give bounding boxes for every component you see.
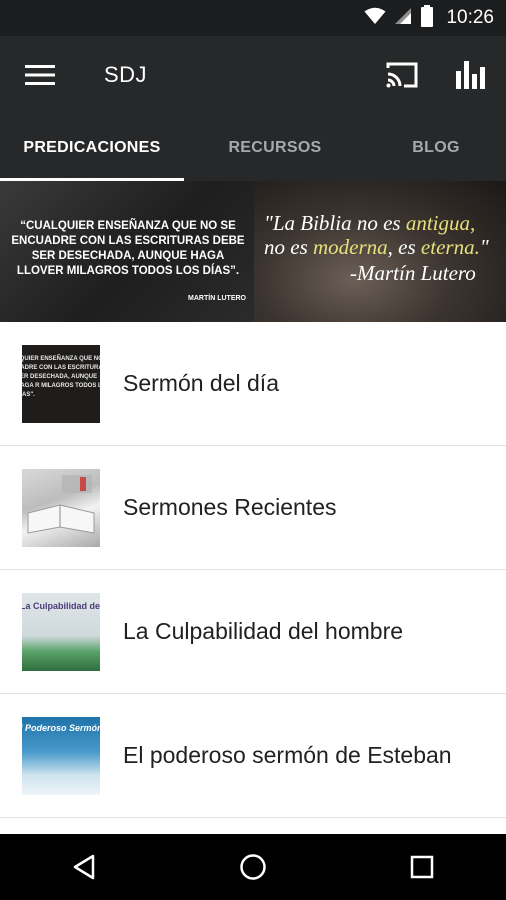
banner-quote-line-2: no es moderna, es eterna." xyxy=(264,235,489,259)
recents-button[interactable] xyxy=(392,837,452,897)
menu-button[interactable] xyxy=(20,55,60,95)
recents-icon xyxy=(410,855,433,879)
tab-label: PREDICACIONES xyxy=(23,138,161,156)
thumbnail-text: La Culpabilidad del Hombre xyxy=(22,600,100,611)
battery-icon xyxy=(420,4,434,32)
thumbnail-image: l Poderoso Sermón de Esteba xyxy=(22,716,100,795)
tab-predicaciones[interactable]: PREDICACIONES xyxy=(0,114,184,181)
tab-label: BLOG xyxy=(412,138,460,156)
list-item-label: La Culpabilidad del hombre xyxy=(123,618,404,644)
banner-quote-left: “CUALQUIER ENSEÑANZA QUE NO SE ENCUADRE … xyxy=(11,220,245,277)
banner-image-left: “CUALQUIER ENSEÑANZA QUE NO SE ENCUADRE … xyxy=(0,181,254,322)
status-bar: 10:26 xyxy=(0,0,506,36)
stats-button[interactable] xyxy=(450,53,494,97)
tab-recursos[interactable]: RECURSOS xyxy=(184,114,366,181)
thumbnail-text: l Poderoso Sermón de Esteba xyxy=(22,722,100,733)
sermon-list: LQUIER ENSEÑANZA QUE NO SE UADRE CON LAS… xyxy=(0,322,506,818)
thumbnail-text: LQUIER ENSEÑANZA QUE NO SE UADRE CON LAS… xyxy=(22,355,100,398)
list-item-label: Sermón del día xyxy=(123,370,279,396)
banner-author-left: MARTÍN LUTERO xyxy=(188,295,246,302)
tab-blog[interactable]: BLOG xyxy=(366,114,506,181)
wifi-icon xyxy=(364,7,386,30)
thumbnail-image: La Culpabilidad del Hombre xyxy=(22,592,100,671)
system-nav-bar xyxy=(0,834,506,900)
app-bar: SDJ xyxy=(0,36,506,114)
banner-image-right: "La Biblia no es antigua, no es moderna,… xyxy=(254,181,506,322)
home-icon xyxy=(240,854,266,880)
list-item-sermones-recientes[interactable]: Sermones Recientes xyxy=(0,446,506,570)
list-item-culpabilidad[interactable]: La Culpabilidad del Hombre La Culpabilid… xyxy=(0,570,506,694)
quote-banner[interactable]: “CUALQUIER ENSEÑANZA QUE NO SE ENCUADRE … xyxy=(0,181,506,322)
tab-bar: PREDICACIONES RECURSOS BLOG xyxy=(0,114,506,181)
cast-icon xyxy=(386,62,418,88)
list-item-sermon-del-dia[interactable]: LQUIER ENSEÑANZA QUE NO SE UADRE CON LAS… xyxy=(0,322,506,446)
cast-button[interactable] xyxy=(380,53,424,97)
tab-label: RECURSOS xyxy=(228,138,322,156)
thumbnail-image xyxy=(22,468,100,547)
home-button[interactable] xyxy=(223,837,283,897)
back-button[interactable] xyxy=(54,837,114,897)
app-title: SDJ xyxy=(104,62,148,87)
list-item-label: El poderoso sermón de Esteban xyxy=(123,742,452,768)
list-item-label: Sermones Recientes xyxy=(123,494,337,520)
bar-chart-icon xyxy=(456,61,485,89)
status-time: 10:26 xyxy=(446,7,494,28)
banner-quote-author: -Martín Lutero xyxy=(350,261,476,285)
signal-icon xyxy=(394,7,412,30)
list-item-sermon-esteban[interactable]: l Poderoso Sermón de Esteba El poderoso … xyxy=(0,694,506,818)
open-bible-icon xyxy=(27,474,95,534)
menu-icon xyxy=(25,65,55,85)
banner-quote-line-1: "La Biblia no es antigua, xyxy=(264,211,476,235)
back-icon xyxy=(74,854,95,880)
thumbnail-image: LQUIER ENSEÑANZA QUE NO SE UADRE CON LAS… xyxy=(22,344,100,423)
